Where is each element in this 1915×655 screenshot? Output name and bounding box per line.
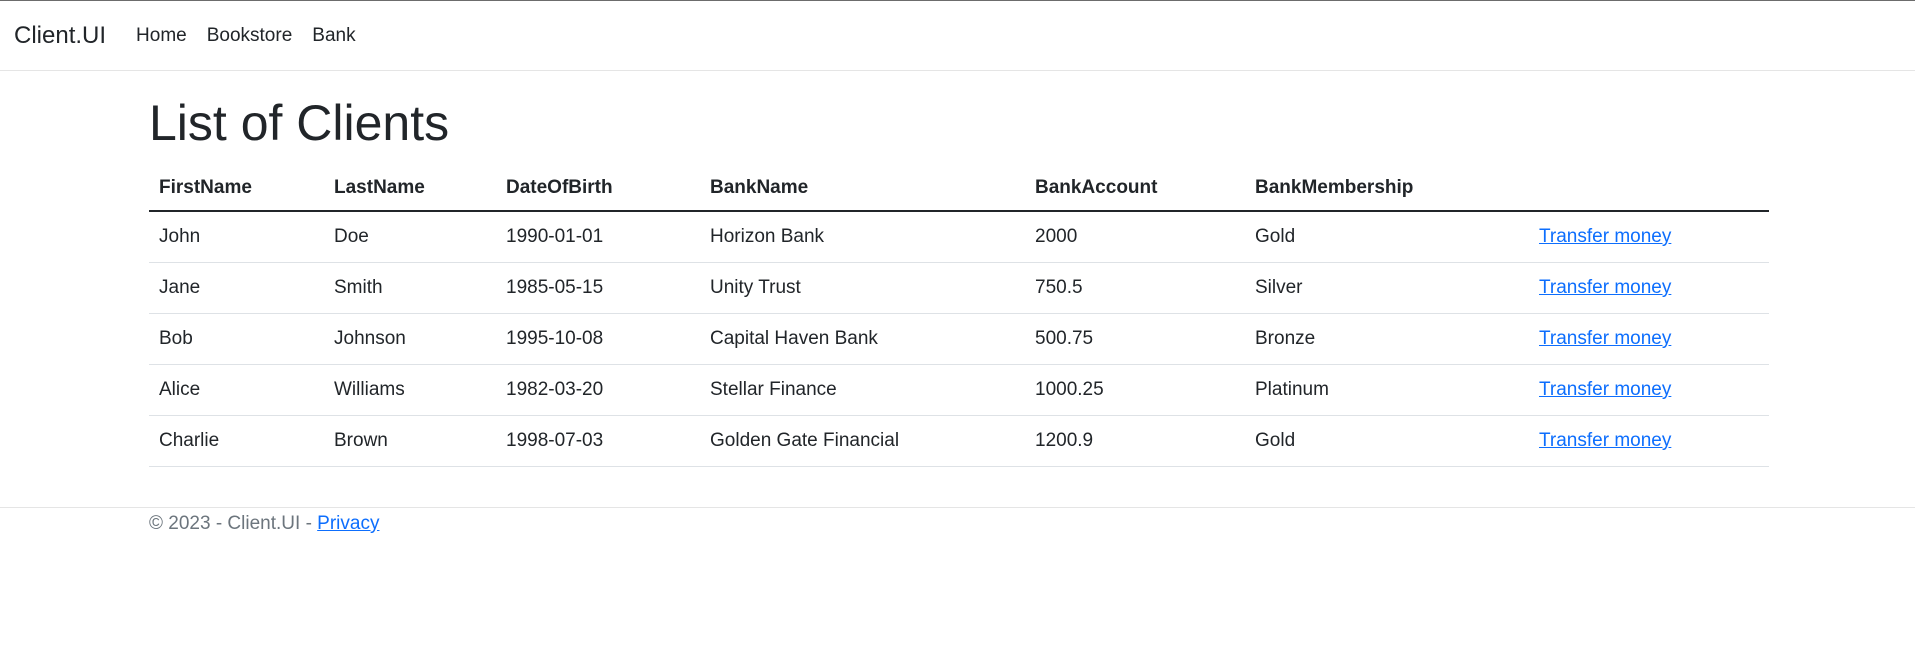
cell-bankmembership: Silver [1245, 262, 1529, 314]
cell-bankaccount: 500.75 [1025, 313, 1245, 365]
cell-action: Transfer money [1529, 415, 1769, 467]
cell-bankmembership: Platinum [1245, 364, 1529, 416]
privacy-link[interactable]: Privacy [317, 513, 379, 534]
cell-action: Transfer money [1529, 313, 1769, 365]
header-lastname: LastName [324, 163, 496, 212]
footer-content: © 2023 - Client.UI - Privacy [149, 513, 1915, 535]
cell-dateofbirth: 1982-03-20 [496, 364, 700, 416]
nav-home-link[interactable]: Home [136, 25, 187, 47]
footer-copyright: © 2023 - Client.UI - [149, 513, 318, 534]
brand-link[interactable]: Client.UI [14, 22, 106, 50]
page-title: List of Clients [149, 95, 450, 151]
cell-bankname: Capital Haven Bank [700, 313, 1025, 365]
transfer-money-link[interactable]: Transfer money [1539, 328, 1671, 349]
cell-bankmembership: Bronze [1245, 313, 1529, 365]
cell-bankmembership: Gold [1245, 415, 1529, 467]
cell-firstname: Bob [149, 313, 324, 365]
cell-bankname: Horizon Bank [700, 211, 1025, 263]
cell-dateofbirth: 1990-01-01 [496, 211, 700, 263]
cell-bankname: Unity Trust [700, 262, 1025, 314]
cell-bankname: Golden Gate Financial [700, 415, 1025, 467]
cell-firstname: Charlie [149, 415, 324, 467]
nav-bookstore-link[interactable]: Bookstore [207, 25, 293, 47]
table-row: Bob Johnson 1995-10-08 Capital Haven Ban… [149, 313, 1769, 365]
cell-bankaccount: 1000.25 [1025, 364, 1245, 416]
nav-bank-link[interactable]: Bank [312, 25, 355, 47]
table-row: Jane Smith 1985-05-15 Unity Trust 750.5 … [149, 262, 1769, 314]
cell-bankname: Stellar Finance [700, 364, 1025, 416]
cell-action: Transfer money [1529, 211, 1769, 263]
cell-lastname: Johnson [324, 313, 496, 365]
header-dateofbirth: DateOfBirth [496, 163, 700, 212]
cell-firstname: Alice [149, 364, 324, 416]
cell-lastname: Williams [324, 364, 496, 416]
cell-lastname: Brown [324, 415, 496, 467]
cell-firstname: Jane [149, 262, 324, 314]
cell-bankaccount: 2000 [1025, 211, 1245, 263]
navbar: Client.UI Home Bookstore Bank [0, 1, 1915, 71]
header-bankmembership: BankMembership [1245, 163, 1529, 212]
transfer-money-link[interactable]: Transfer money [1539, 379, 1671, 400]
clients-table: FirstName LastName DateOfBirth BankName … [149, 163, 1769, 467]
header-bankname: BankName [700, 163, 1025, 212]
cell-firstname: John [149, 211, 324, 263]
cell-lastname: Doe [324, 211, 496, 263]
transfer-money-link[interactable]: Transfer money [1539, 277, 1671, 298]
cell-dateofbirth: 1985-05-15 [496, 262, 700, 314]
table-row: John Doe 1990-01-01 Horizon Bank 2000 Go… [149, 211, 1769, 263]
cell-lastname: Smith [324, 262, 496, 314]
cell-bankaccount: 750.5 [1025, 262, 1245, 314]
cell-bankaccount: 1200.9 [1025, 415, 1245, 467]
header-bankaccount: BankAccount [1025, 163, 1245, 212]
cell-bankmembership: Gold [1245, 211, 1529, 263]
transfer-money-link[interactable]: Transfer money [1539, 226, 1671, 247]
footer: © 2023 - Client.UI - Privacy [0, 507, 1915, 535]
main-content: List of Clients FirstName LastName DateO… [149, 93, 1769, 467]
transfer-money-link[interactable]: Transfer money [1539, 430, 1671, 451]
table-row: Charlie Brown 1998-07-03 Golden Gate Fin… [149, 415, 1769, 467]
table-header-row: FirstName LastName DateOfBirth BankName … [149, 163, 1769, 212]
cell-action: Transfer money [1529, 262, 1769, 314]
cell-dateofbirth: 1998-07-03 [496, 415, 700, 467]
table-row: Alice Williams 1982-03-20 Stellar Financ… [149, 364, 1769, 416]
cell-dateofbirth: 1995-10-08 [496, 313, 700, 365]
header-actions [1529, 163, 1769, 212]
header-firstname: FirstName [149, 163, 324, 212]
cell-action: Transfer money [1529, 364, 1769, 416]
